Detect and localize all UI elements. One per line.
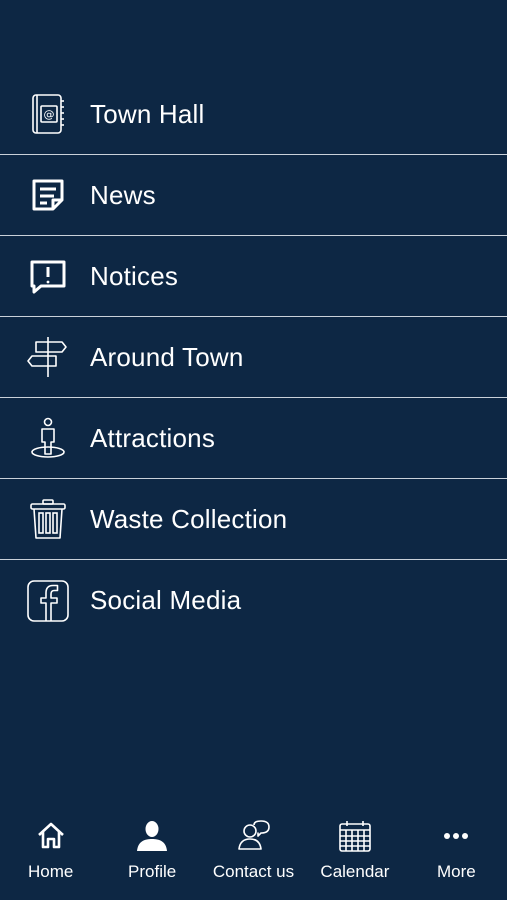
main-menu: @ Town Hall News Notices Around Town Att…	[0, 74, 507, 641]
menu-item-waste-collection[interactable]: Waste Collection	[0, 479, 507, 560]
profile-icon	[132, 818, 172, 854]
facebook-icon	[24, 577, 72, 625]
trash-bin-icon	[24, 495, 72, 543]
tab-label: Contact us	[212, 862, 295, 881]
attraction-person-icon	[24, 414, 72, 462]
tab-more[interactable]: More	[406, 808, 507, 900]
svg-text:@: @	[44, 108, 55, 121]
menu-item-label: Social Media	[90, 585, 242, 615]
menu-item-attractions[interactable]: Attractions	[0, 398, 507, 479]
tab-calendar[interactable]: Calendar	[304, 808, 405, 900]
signpost-icon	[24, 333, 72, 381]
menu-item-label: Waste Collection	[90, 503, 288, 534]
menu-item-label: News	[90, 179, 156, 210]
menu-item-town-hall[interactable]: @ Town Hall	[0, 74, 507, 155]
tab-label: Calendar	[320, 862, 390, 881]
tab-label: Profile	[128, 862, 177, 881]
tab-profile[interactable]: Profile	[101, 808, 202, 900]
menu-item-news[interactable]: News	[0, 155, 507, 236]
bottom-tab-bar: Home Profile Contact us Calendar More	[0, 808, 507, 900]
menu-item-label: Notices	[90, 260, 179, 291]
tab-home[interactable]: Home	[0, 808, 101, 900]
menu-item-label: Around Town	[90, 341, 244, 372]
menu-item-label: Attractions	[90, 422, 216, 453]
home-icon	[31, 818, 71, 854]
tab-contact-us[interactable]: Contact us	[203, 808, 304, 900]
menu-item-around-town[interactable]: Around Town	[0, 317, 507, 398]
news-document-icon	[24, 171, 72, 219]
contact-icon	[234, 818, 274, 854]
menu-item-social-media[interactable]: Social Media	[0, 560, 507, 641]
directory-book-icon: @	[24, 90, 72, 138]
notice-alert-icon	[24, 252, 72, 300]
tab-label: More	[436, 862, 476, 881]
menu-item-notices[interactable]: Notices	[0, 236, 507, 317]
tab-label: Home	[28, 862, 74, 881]
more-icon	[436, 818, 476, 854]
calendar-icon	[335, 818, 375, 854]
menu-item-label: Town Hall	[90, 98, 205, 129]
